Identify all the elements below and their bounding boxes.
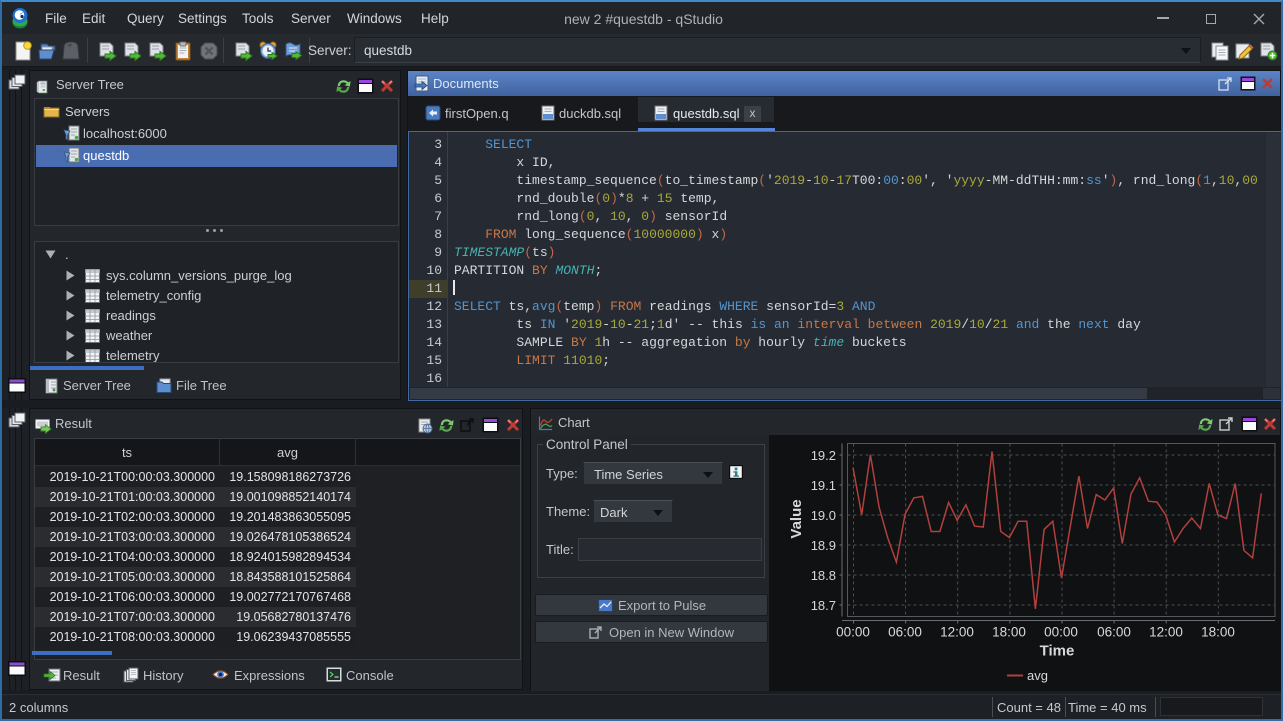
svg-text:06:00: 06:00 [888, 625, 922, 640]
svg-text:18.8: 18.8 [811, 568, 836, 583]
svg-text:Value: Value [788, 499, 805, 538]
svg-text:18:00: 18:00 [1201, 625, 1235, 640]
svg-text:19.2: 19.2 [811, 448, 836, 463]
svg-text:18.9: 18.9 [811, 538, 836, 553]
svg-text:12:00: 12:00 [1149, 625, 1183, 640]
svg-text:12:00: 12:00 [940, 625, 974, 640]
svg-text:avg: avg [1027, 668, 1048, 683]
svg-text:19.1: 19.1 [811, 478, 836, 493]
svg-text:Time: Time [1040, 643, 1075, 660]
svg-text:18.7: 18.7 [811, 598, 836, 613]
svg-text:00:00: 00:00 [1044, 625, 1078, 640]
svg-text:06:00: 06:00 [1097, 625, 1131, 640]
svg-text:00:00: 00:00 [836, 625, 870, 640]
svg-text:19.0: 19.0 [811, 508, 836, 523]
svg-text:18:00: 18:00 [992, 625, 1026, 640]
